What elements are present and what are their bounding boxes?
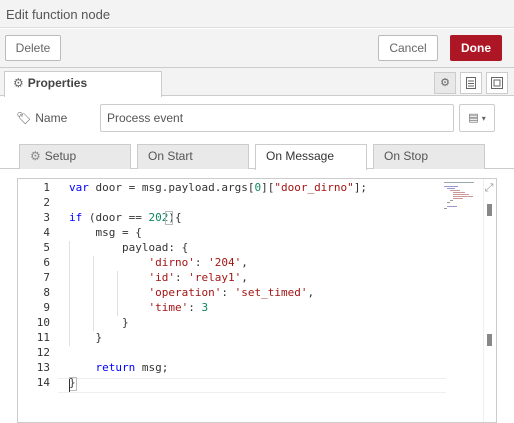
subtab-on-start[interactable]: On Start (137, 144, 249, 169)
line-number: 7 (43, 271, 50, 284)
book-icon: ▤ (468, 112, 479, 124)
gear-icon: ⚙ (30, 149, 41, 163)
settings-tab-button[interactable]: ⚙ (434, 72, 456, 94)
code-line: 'id': 'relay1', (148, 271, 248, 284)
current-line-highlight (58, 378, 446, 393)
code-line: msg = { (69, 226, 142, 239)
subtab-on-message[interactable]: On Message (255, 144, 367, 170)
subtab-on-stop[interactable]: On Stop (373, 144, 485, 169)
line-number: 14 (36, 376, 50, 389)
delete-button[interactable]: Delete (5, 35, 61, 61)
cancel-button[interactable]: Cancel (378, 35, 438, 61)
name-label-text: Name (35, 111, 68, 125)
tab-properties-label: Properties (27, 76, 88, 90)
scrollbar-marker (487, 334, 492, 346)
line-number: 2 (43, 196, 50, 209)
scrollbar-thumb[interactable] (487, 204, 492, 216)
dialog-titlebar: Edit function node (0, 0, 514, 28)
name-input[interactable]: Process event (100, 104, 454, 132)
line-number: 3 (43, 211, 50, 224)
bracket-match (165, 211, 173, 225)
done-button[interactable]: Done (450, 35, 502, 61)
code-editor[interactable]: 1 2 3 4 5 6 7 8 9 10 11 12 13 14 var doo… (17, 178, 497, 423)
line-number: 1 (43, 181, 50, 194)
appearance-tab-button[interactable] (486, 72, 508, 94)
editor-scrollbar[interactable] (483, 179, 497, 422)
code-line: payload: { (69, 241, 189, 254)
code-line: } (69, 331, 103, 344)
description-tab-button[interactable] (460, 72, 482, 94)
code-line: 'dirno': '204', (148, 256, 248, 269)
action-bar: Delete Cancel Done (0, 29, 514, 68)
text-cursor (69, 379, 70, 392)
function-subtabs: ⚙ Setup On Start On Message On Stop (0, 144, 514, 170)
line-number: 12 (36, 346, 50, 359)
bracket-match (69, 377, 77, 391)
line-number: 5 (43, 241, 50, 254)
line-number: 8 (43, 286, 50, 299)
line-number: 11 (36, 331, 50, 344)
code-line: 'operation': 'set_timed', (148, 286, 315, 299)
name-label: 🏷 Name (16, 111, 67, 125)
line-number: 13 (36, 361, 50, 374)
tag-icon: 🏷 (16, 111, 32, 125)
description-icon (466, 77, 476, 89)
dialog-title: Edit function node (6, 7, 111, 22)
line-number: 9 (43, 301, 50, 314)
library-button[interactable]: ▤ ▾ (459, 104, 495, 132)
appearance-icon (491, 77, 503, 89)
line-number: 10 (36, 316, 50, 329)
code-line: var door = msg.payload.args[0]["door_dir… (69, 181, 368, 194)
subtab-setup[interactable]: ⚙ Setup (19, 144, 131, 169)
code-line: 'time': 3 (148, 301, 209, 314)
gear-icon: ⚙ (13, 76, 24, 90)
tab-properties[interactable]: ⚙ Properties (4, 71, 162, 97)
line-number: 6 (43, 256, 50, 269)
properties-tab-bar: ⚙ Properties ⚙ (0, 68, 514, 97)
minimap[interactable] (444, 182, 482, 212)
subtab-on-message-label: On Message (266, 149, 335, 163)
gear-icon: ⚙ (440, 77, 450, 89)
line-number: 4 (43, 226, 50, 239)
subtab-on-stop-label: On Stop (384, 149, 429, 163)
code-line: return msg; (95, 361, 169, 374)
subtab-on-start-label: On Start (148, 149, 193, 163)
code-line: } (69, 316, 129, 329)
subtab-setup-label: Setup (44, 149, 77, 163)
chevron-down-icon: ▾ (481, 114, 486, 123)
line-number-gutter: 1 2 3 4 5 6 7 8 9 10 11 12 13 14 (18, 179, 58, 422)
